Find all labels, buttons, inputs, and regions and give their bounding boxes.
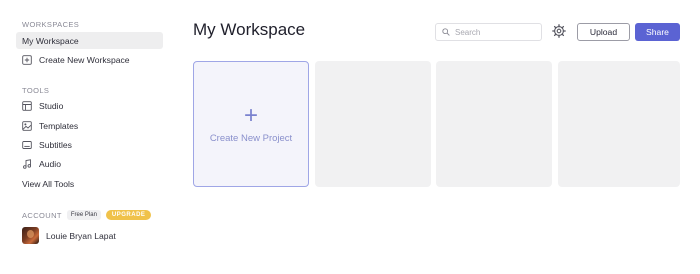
sidebar-item-create-workspace[interactable]: Create New Workspace <box>16 51 163 68</box>
view-all-tools-link[interactable]: View All Tools <box>16 175 163 192</box>
sidebar-item-label: Subtitles <box>39 139 72 150</box>
plus-square-icon <box>22 54 32 65</box>
sidebar-item-my-workspace[interactable]: My Workspace <box>16 32 163 49</box>
sidebar-item-label: Studio <box>39 100 64 111</box>
avatar <box>22 227 39 244</box>
sidebar-item-label: Create New Workspace <box>39 54 130 65</box>
studio-icon <box>22 100 32 111</box>
upload-button[interactable]: Upload <box>577 23 630 41</box>
plus-icon: + <box>243 101 258 129</box>
sidebar-item-studio[interactable]: Studio <box>16 97 163 114</box>
tools-section-title: TOOLS <box>22 86 50 95</box>
image-icon <box>22 120 32 131</box>
sidebar-item-templates[interactable]: Templates <box>16 117 163 134</box>
search-input[interactable] <box>455 27 540 37</box>
gear-icon[interactable] <box>552 24 566 38</box>
create-new-project-card[interactable]: + Create New Project <box>193 61 309 187</box>
music-note-icon <box>22 158 32 169</box>
project-placeholder-card <box>558 61 680 187</box>
view-all-tools-label: View All Tools <box>22 178 75 189</box>
plan-badge: Free Plan <box>66 210 101 220</box>
account-section-title: ACCOUNT <box>22 210 62 220</box>
sidebar: WORKSPACES My Workspace Create New Works… <box>0 0 172 274</box>
search-box[interactable] <box>435 23 542 41</box>
search-icon <box>442 28 450 36</box>
sidebar-item-label: My Workspace <box>22 35 79 46</box>
user-name: Louie Bryan Lapat <box>46 230 116 241</box>
sidebar-item-audio[interactable]: Audio <box>16 155 163 172</box>
upgrade-button[interactable]: UPGRADE <box>105 210 152 220</box>
project-placeholder-card <box>436 61 552 187</box>
create-new-project-label: Create New Project <box>209 132 293 144</box>
user-profile[interactable]: Louie Bryan Lapat <box>22 227 116 244</box>
share-button[interactable]: Share <box>635 23 680 41</box>
sidebar-item-subtitles[interactable]: Subtitles <box>16 136 163 153</box>
project-placeholder-card <box>315 61 431 187</box>
sidebar-item-label: Templates <box>39 120 79 131</box>
page-title: My Workspace <box>193 20 306 39</box>
sidebar-item-label: Audio <box>39 158 61 169</box>
subtitles-icon <box>22 140 32 150</box>
account-row: ACCOUNT Free Plan UPGRADE <box>22 209 152 221</box>
workspaces-section-title: WORKSPACES <box>22 20 80 29</box>
